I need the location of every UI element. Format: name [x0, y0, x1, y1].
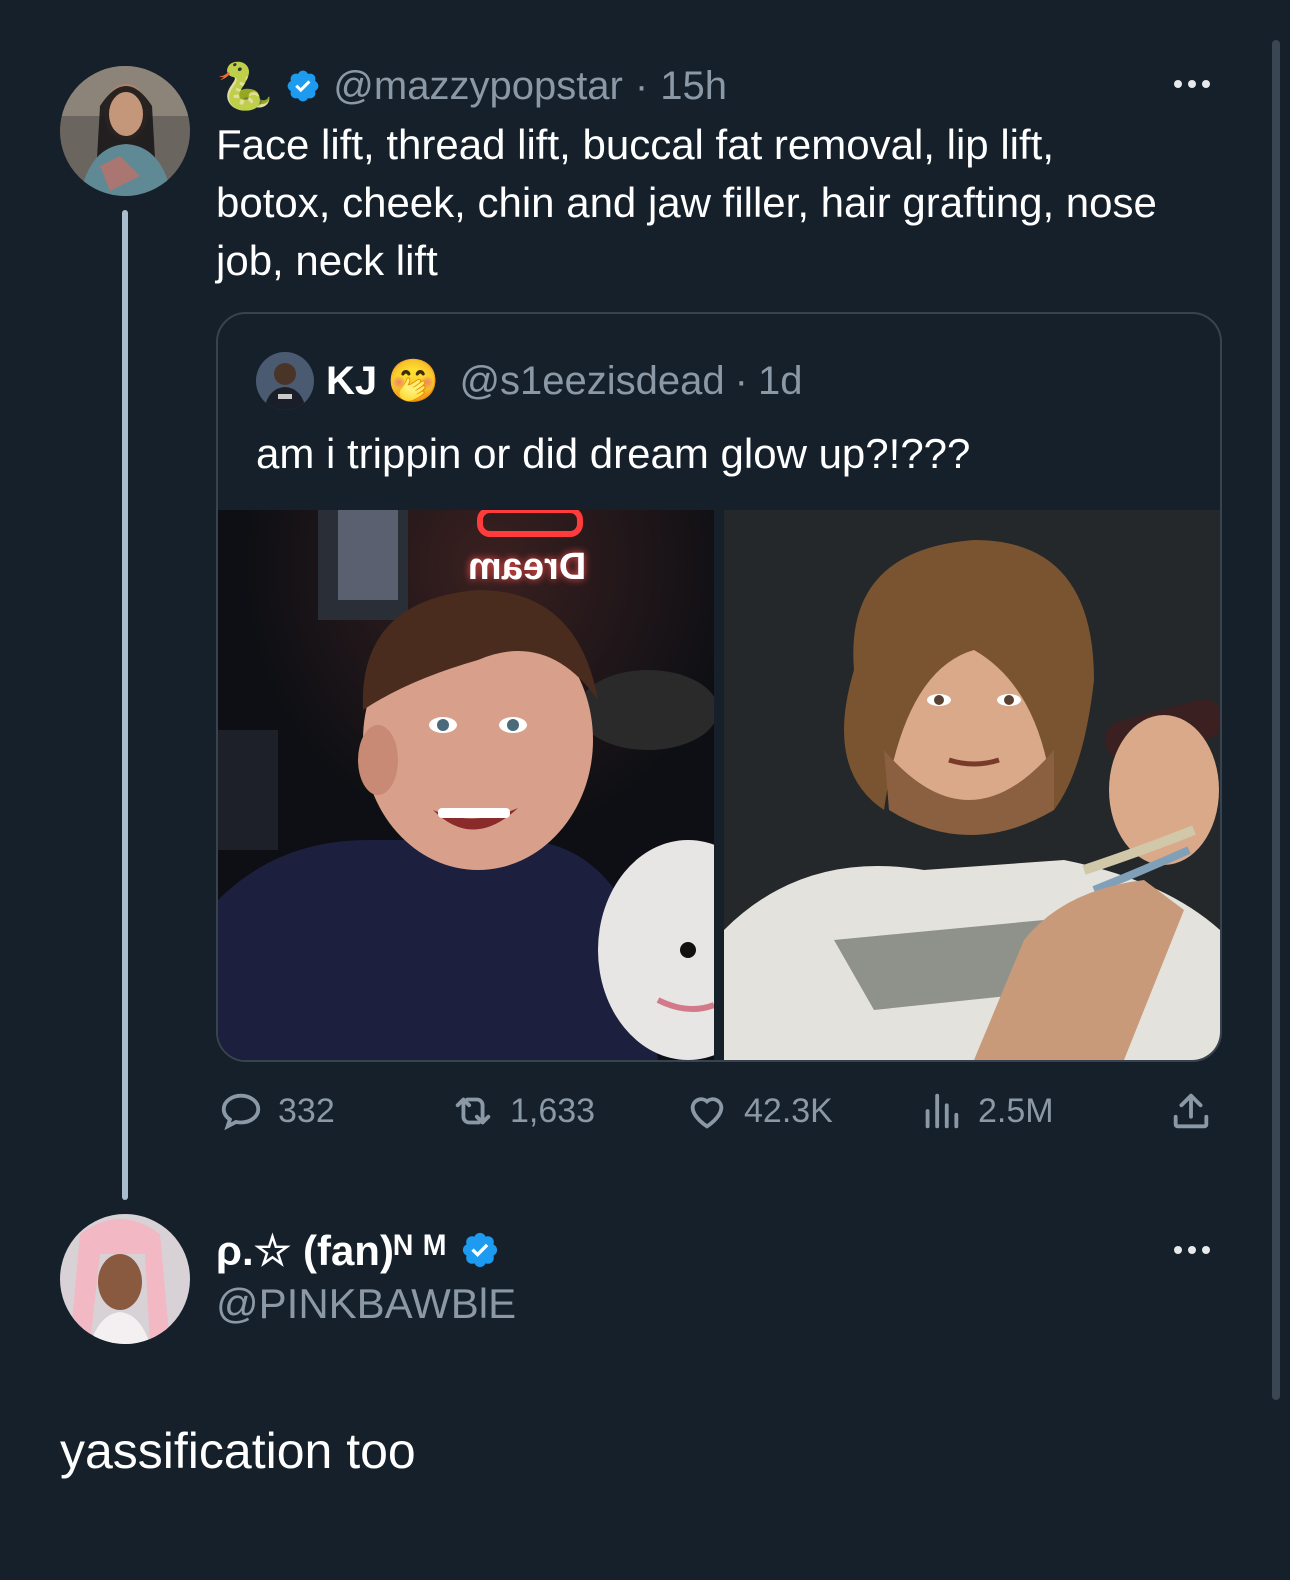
verified-badge-icon	[287, 70, 319, 102]
quote-image-right[interactable]	[724, 510, 1220, 1060]
share-button[interactable]	[1168, 1088, 1214, 1134]
author-handle[interactable]: @mazzypopstar	[333, 64, 623, 109]
quote-image-left[interactable]: Dream	[218, 510, 714, 1060]
reply-icon	[221, 1093, 261, 1131]
repost-count: 1,633	[510, 1091, 596, 1130]
like-count: 42.3K	[744, 1091, 833, 1130]
verified-badge-icon	[462, 1232, 497, 1268]
more-options-icon[interactable]	[1174, 1246, 1210, 1254]
views-button[interactable]: 2.5M	[918, 1088, 1054, 1134]
quote-author-name: KJ	[326, 358, 378, 403]
tweet-text: Face lift, thread lift, buccal fat remov…	[216, 121, 1157, 284]
tweet-time[interactable]: 15h	[660, 64, 727, 109]
neon-sign: Dream	[468, 546, 587, 588]
like-button[interactable]: 42.3K	[684, 1088, 833, 1134]
repost-button[interactable]: 1,633	[450, 1088, 595, 1134]
quote-avatar	[256, 352, 314, 410]
hand-over-mouth-emoji: 🤭	[387, 357, 440, 404]
reply-count: 332	[278, 1091, 335, 1130]
views-count: 2.5M	[978, 1091, 1054, 1130]
quote-author-handle: @s1eezisdead	[459, 358, 725, 403]
quote-time: 1d	[757, 358, 803, 403]
snake-emoji: 🐍	[216, 60, 274, 112]
quote-text: am i trippin or did dream glow up?!???	[256, 430, 971, 477]
heart-icon	[690, 1097, 724, 1129]
avatar[interactable]	[60, 66, 190, 196]
reply-author-name[interactable]: ρ.☆ (fan)ᴺ ᴹ	[216, 1226, 446, 1275]
views-chart-icon	[925, 1093, 959, 1129]
share-icon	[1173, 1093, 1209, 1129]
reply-avatar[interactable]	[60, 1214, 190, 1344]
reply-text: yassification too	[60, 1423, 416, 1479]
reply-author-handle[interactable]: @PINKBAWBlE	[216, 1280, 516, 1328]
thread-line	[122, 210, 128, 1200]
separator-dot: ·	[634, 63, 649, 108]
reply-button[interactable]: 332	[218, 1088, 335, 1134]
separator-dot: ·	[734, 358, 748, 403]
scrollbar[interactable]	[1272, 40, 1280, 1400]
more-options-icon[interactable]	[1174, 80, 1210, 88]
quote-tweet-card[interactable]: KJ 🤭 @s1eezisdead · 1d am i trippin or d…	[216, 312, 1222, 1062]
repost-icon	[455, 1097, 491, 1125]
